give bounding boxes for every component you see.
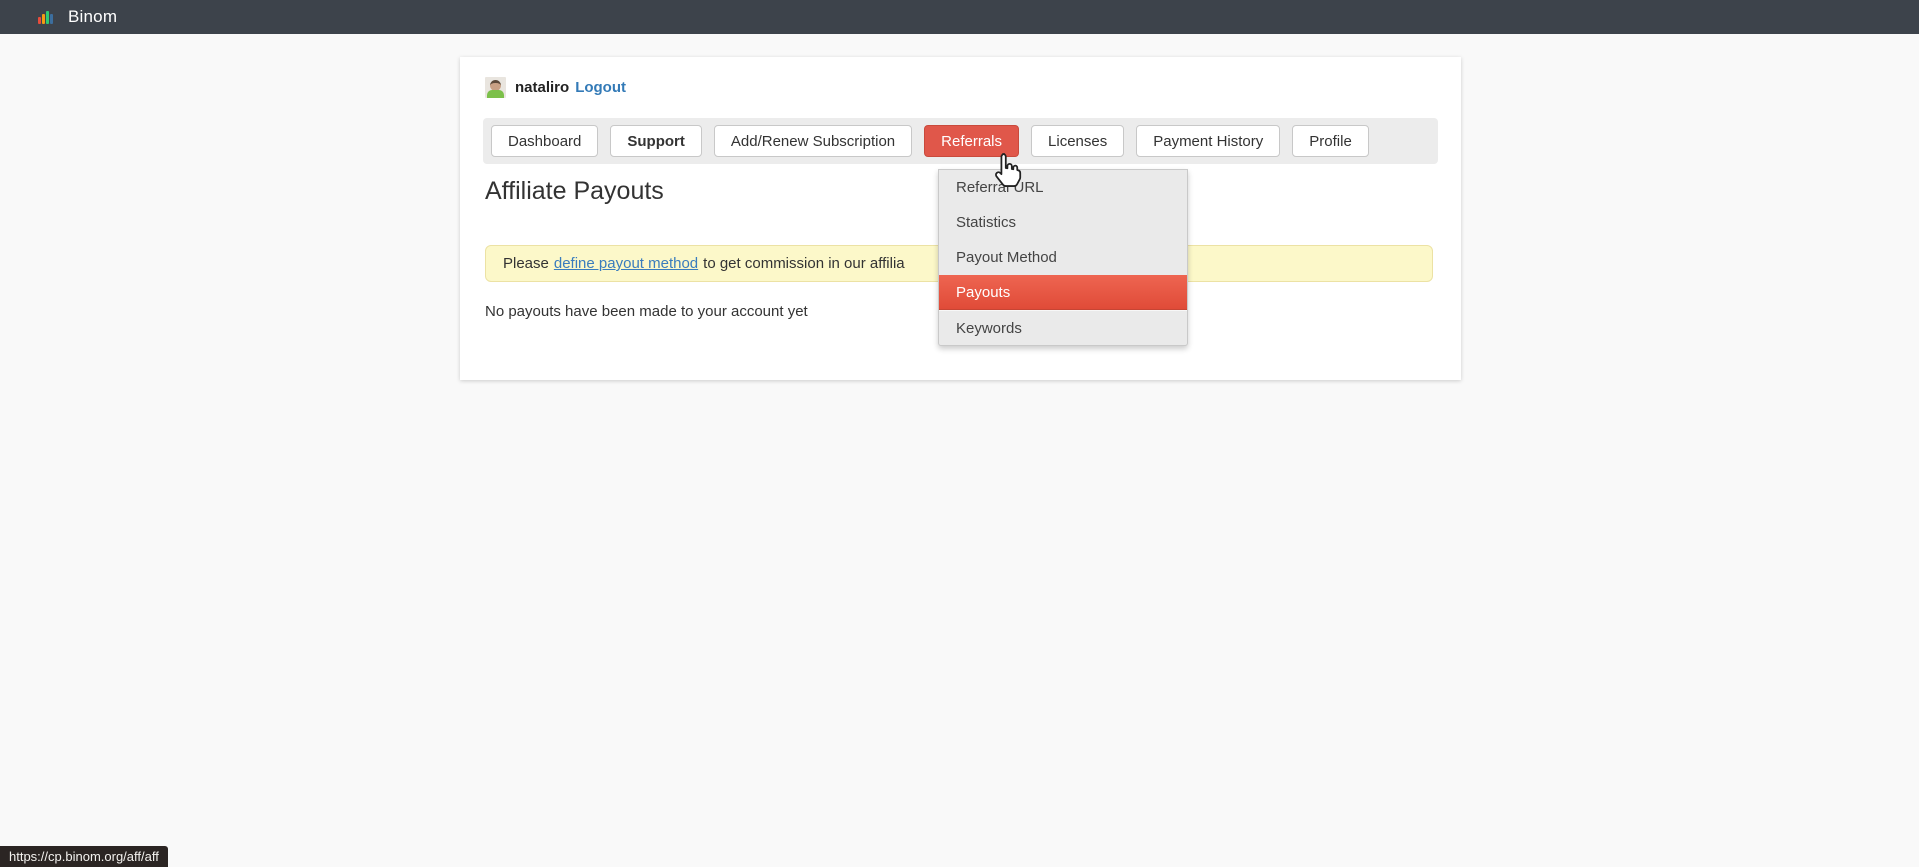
link-preview-statusbar: https://cp.binom.org/aff/aff	[0, 846, 168, 867]
nav-button-licenses[interactable]: Licenses	[1031, 125, 1124, 157]
user-avatar	[485, 77, 506, 98]
notice-text-suffix: to get commission in our affilia	[703, 255, 904, 272]
nav-button-payment-history[interactable]: Payment History	[1136, 125, 1280, 157]
nav-button-profile[interactable]: Profile	[1292, 125, 1369, 157]
referrals-dropdown-menu: Referral URL Statistics Payout Method Pa…	[938, 169, 1188, 346]
nav-button-add-renew-subscription[interactable]: Add/Renew Subscription	[714, 125, 912, 157]
notice-text-prefix: Please	[503, 255, 549, 272]
app-name: Binom	[68, 7, 117, 27]
menu-item-statistics[interactable]: Statistics	[939, 205, 1187, 240]
empty-payouts-message: No payouts have been made to your accoun…	[485, 303, 808, 320]
app-logo[interactable]: Binom	[38, 7, 117, 27]
menu-item-payout-method[interactable]: Payout Method	[939, 240, 1187, 275]
top-app-bar: Binom	[0, 0, 1919, 34]
bar-chart-logo-icon	[38, 10, 54, 24]
main-navigation: Dashboard Support Add/Renew Subscription…	[483, 118, 1438, 164]
nav-button-support[interactable]: Support	[610, 125, 702, 157]
user-row: nataliro Logout	[485, 76, 626, 98]
username-label: nataliro	[515, 79, 569, 96]
menu-item-payouts[interactable]: Payouts	[939, 275, 1187, 310]
logout-link[interactable]: Logout	[575, 79, 626, 96]
menu-item-keywords[interactable]: Keywords	[939, 310, 1187, 345]
define-payout-method-link[interactable]: define payout method	[554, 255, 698, 272]
nav-button-dashboard[interactable]: Dashboard	[491, 125, 598, 157]
nav-button-referrals[interactable]: Referrals	[924, 125, 1019, 157]
page-title: Affiliate Payouts	[485, 177, 664, 206]
menu-item-referral-url[interactable]: Referral URL	[939, 170, 1187, 205]
